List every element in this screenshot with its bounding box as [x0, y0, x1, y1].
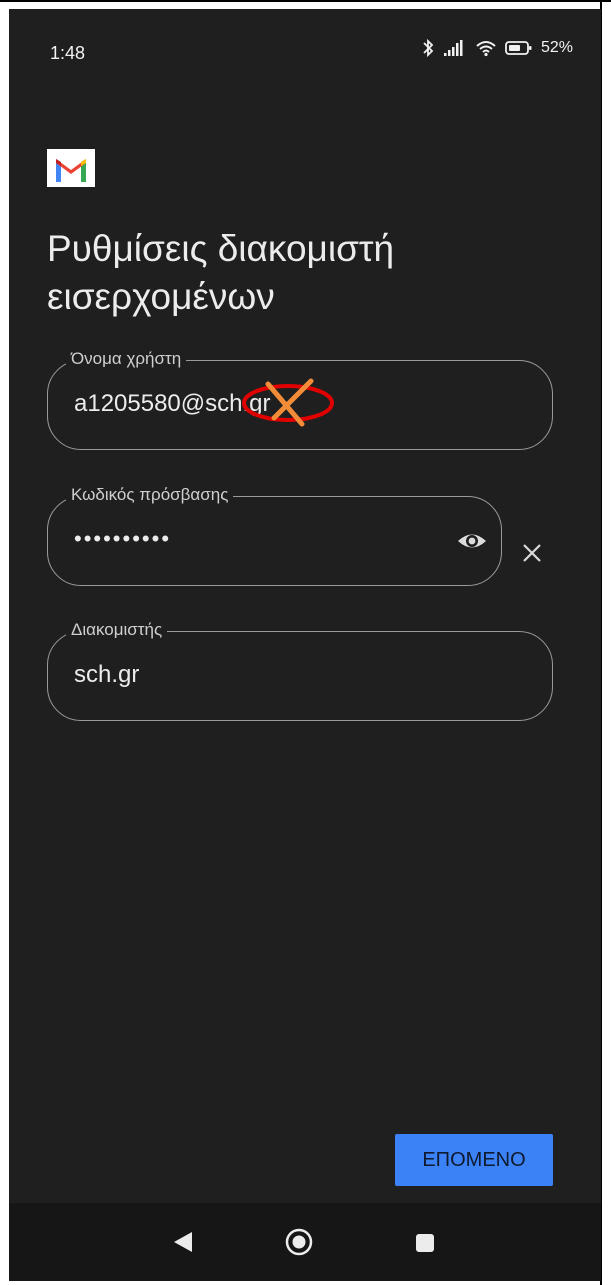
server-value[interactable]: sch.gr	[74, 660, 139, 690]
username-label: Όνομα χρήστη	[66, 349, 187, 369]
wifi-icon	[475, 39, 497, 57]
battery-percent: 52%	[540, 39, 573, 56]
password-field[interactable]: Κωδικός πρόσβασης ••••••••••	[47, 485, 502, 586]
username-value[interactable]: a1205580@sch.gr	[74, 389, 271, 419]
home-icon[interactable]	[284, 1227, 314, 1262]
page-title: Ρυθμίσεις διακομιστή εισερχομένων	[47, 228, 395, 317]
server-label: Διακομιστής	[66, 620, 168, 640]
password-label: Κωδικός πρόσβασης	[66, 485, 234, 505]
password-value[interactable]: ••••••••••	[74, 524, 171, 554]
phone-screen: 1:48 52% Ρυθμίσεις διακομιστή εισερχομέν…	[9, 9, 601, 1281]
close-icon[interactable]	[521, 542, 543, 564]
back-icon[interactable]	[172, 1230, 194, 1259]
navigation-bar	[9, 1203, 601, 1281]
recent-apps-icon[interactable]	[414, 1232, 436, 1259]
eye-icon[interactable]	[457, 528, 487, 554]
status-icons: 52%	[421, 38, 573, 58]
bluetooth-icon	[421, 38, 435, 58]
top-border	[0, 0, 611, 2]
battery-icon	[505, 40, 533, 56]
status-time: 1:48	[50, 43, 86, 63]
next-button[interactable]: ΕΠΟΜΕΝΟ	[395, 1134, 553, 1186]
server-field[interactable]: Διακομιστής sch.gr	[47, 620, 553, 721]
gmail-logo-icon	[47, 149, 95, 187]
signal-icon	[443, 39, 467, 57]
username-field[interactable]: Όνομα χρήστη a1205580@sch.gr	[47, 349, 553, 450]
